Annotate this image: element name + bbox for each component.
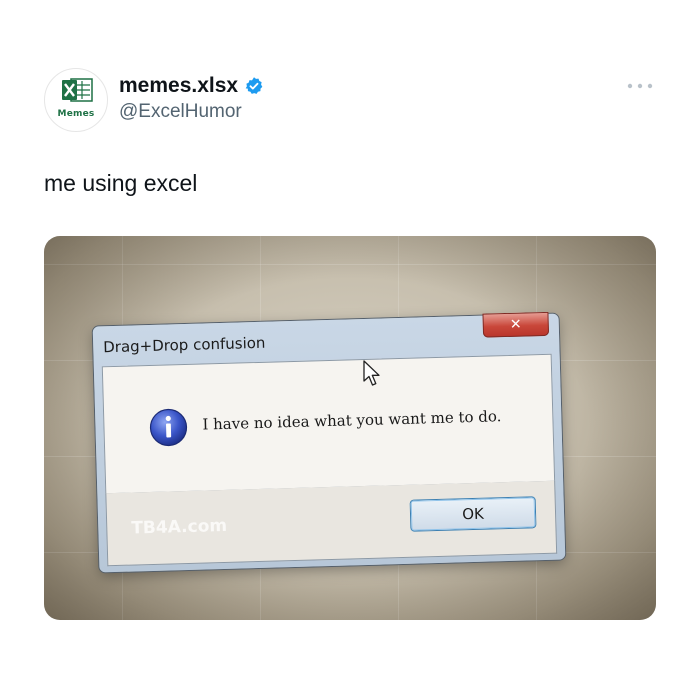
account-handle[interactable]: @ExcelHumor xyxy=(119,101,242,123)
tweet-photo[interactable]: Drag+Drop confusion ✕ I have no idea wha… xyxy=(44,236,656,620)
dialog-footer: TB4A.com OK xyxy=(105,480,558,567)
mouse-pointer-icon xyxy=(363,360,380,386)
ok-button[interactable]: OK xyxy=(410,497,536,531)
dialog-message: I have no idea what you want me to do. xyxy=(202,407,502,434)
watermark-text: TB4A.com xyxy=(131,515,228,539)
dialog-window: Drag+Drop confusion ✕ I have no idea wha… xyxy=(92,311,566,573)
tweet-text: me using excel xyxy=(44,170,198,196)
more-options-icon[interactable] xyxy=(626,80,654,92)
avatar-caption: Memes xyxy=(57,109,95,119)
excel-logo-icon xyxy=(62,78,93,102)
account-name-row[interactable]: memes.xlsx xyxy=(119,74,264,98)
verified-badge-icon xyxy=(245,77,263,94)
close-button[interactable]: ✕ xyxy=(482,311,550,338)
dialog-body: I have no idea what you want me to do. xyxy=(101,353,556,495)
information-icon xyxy=(149,408,188,447)
account-name[interactable]: memes.xlsx xyxy=(119,74,238,98)
dialog-title: Drag+Drop confusion xyxy=(102,333,266,357)
tweet-card: Memes memes.xlsx @ExcelHumor me using ex… xyxy=(0,0,700,700)
avatar[interactable]: Memes xyxy=(44,68,108,132)
